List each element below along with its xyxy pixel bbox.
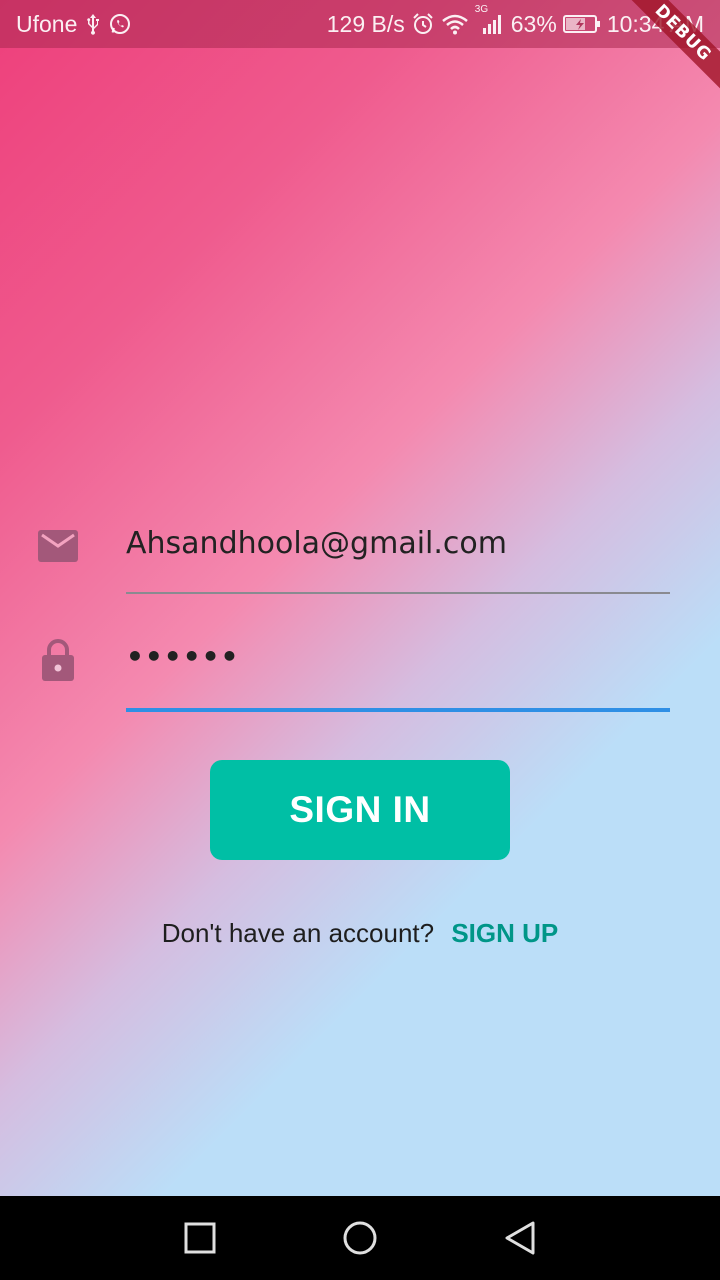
mail-icon [38, 526, 78, 566]
signin-button[interactable]: SIGN IN [210, 760, 510, 860]
carrier-name: Ufone [16, 10, 78, 37]
network-speed: 129 B/s [326, 10, 405, 37]
alarm-icon [411, 12, 435, 36]
home-button[interactable] [336, 1214, 384, 1262]
password-field[interactable]: •••••• [126, 640, 670, 673]
navigation-bar [0, 1196, 720, 1280]
battery-charging-icon [562, 14, 601, 34]
back-triangle-icon [505, 1221, 535, 1255]
password-underline [126, 708, 670, 712]
back-button[interactable] [496, 1214, 544, 1262]
square-icon [184, 1222, 216, 1254]
signup-prompt-text: Don't have an account? [161, 918, 435, 948]
email-field[interactable]: Ahsandhoola@gmail.com [126, 526, 670, 561]
usb-icon [85, 13, 101, 35]
password-row: •••••• [0, 626, 720, 726]
recent-apps-button[interactable] [176, 1214, 224, 1262]
network-type: 3G [474, 4, 489, 15]
signup-link[interactable]: SIGN UP [451, 918, 558, 948]
signal-icon: 3G [475, 4, 505, 35]
status-bar: Ufone 129 B/s 3G 63% 10:34 AM [0, 0, 720, 48]
circle-icon [343, 1221, 377, 1255]
lock-icon [38, 639, 78, 681]
wifi-icon [441, 13, 469, 35]
signup-prompt: Don't have an account? SIGN UP [0, 918, 720, 949]
whatsapp-icon [109, 13, 131, 35]
email-underline [126, 592, 670, 594]
battery-percent: 63% [510, 10, 557, 37]
email-row: Ahsandhoola@gmail.com [0, 510, 720, 610]
